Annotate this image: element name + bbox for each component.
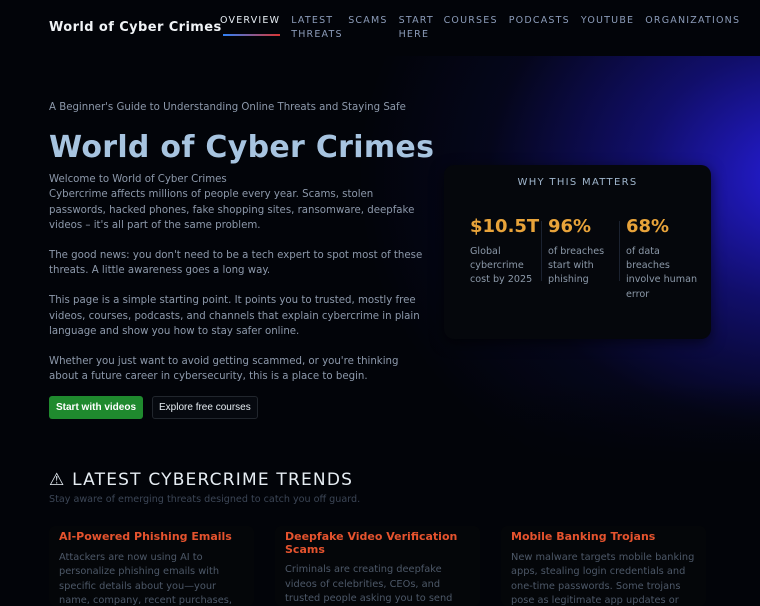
stat-item: 68% of data breaches involve human error — [626, 215, 698, 302]
nav-organizations[interactable]: ORGANIZATIONS — [645, 14, 740, 42]
stat-value: 68% — [626, 215, 698, 239]
trends-section: ⚠ LATEST CYBERCRIME TRENDS Stay aware of… — [49, 468, 729, 505]
nav-start-here[interactable]: START HERE — [399, 14, 433, 42]
trends-title: LATEST CYBERCRIME TRENDS — [72, 470, 353, 490]
trends-subtitle: Stay aware of emerging threats designed … — [49, 494, 729, 505]
nav-podcasts[interactable]: PODCASTS — [509, 14, 570, 42]
warning-icon: ⚠ — [49, 470, 65, 490]
explore-courses-button[interactable]: Explore free courses — [152, 396, 258, 419]
hero-buttons: Start with videos Explore free courses — [49, 396, 429, 419]
nav-overview[interactable]: OVERVIEW — [220, 14, 280, 42]
trend-card-body: Attackers are now using AI to personaliz… — [59, 551, 244, 606]
nav-courses[interactable]: COURSES — [444, 14, 498, 42]
nav-youtube[interactable]: YOUTUBE — [581, 14, 634, 42]
stat-value: 96% — [548, 215, 620, 239]
stats-card: WHY THIS MATTERS $10.5T Global cybercrim… — [444, 165, 711, 339]
nav-links: OVERVIEW LATEST THREATS SCAMS START HERE… — [220, 14, 751, 42]
start-with-videos-button[interactable]: Start with videos — [49, 396, 143, 419]
stat-value: $10.5T — [470, 215, 542, 239]
stat-label: Global cybercrime cost by 2025 — [470, 245, 542, 288]
hero-intro: Welcome to World of Cyber Crimes Cybercr… — [49, 172, 429, 233]
trend-card-title: Mobile Banking Trojans — [511, 531, 696, 544]
welcome-line: Welcome to World of Cyber Crimes — [49, 172, 429, 187]
hero-tagline: A Beginner's Guide to Understanding Onli… — [49, 100, 429, 115]
career-paragraph: Whether you just want to avoid getting s… — [49, 354, 429, 384]
trend-card[interactable]: Mobile Banking Trojans New malware targe… — [501, 526, 706, 606]
trend-card[interactable]: Deepfake Video Verification Scams Crimin… — [275, 526, 480, 606]
nav-latest-threats[interactable]: LATEST THREATS — [291, 14, 337, 42]
page-title: World of Cyber Crimes — [49, 130, 429, 166]
stat-label: of breaches start with phishing — [548, 245, 620, 288]
nav-scams[interactable]: SCAMS — [348, 14, 387, 42]
stat-item: 96% of breaches start with phishing — [548, 215, 620, 288]
site-brand[interactable]: World of Cyber Crimes — [49, 20, 222, 35]
stat-label: of data breaches involve human error — [626, 245, 698, 302]
trend-card-body: New malware targets mobile banking apps,… — [511, 551, 696, 606]
stats-title: WHY THIS MATTERS — [444, 177, 711, 188]
trends-heading: ⚠ LATEST CYBERCRIME TRENDS — [49, 468, 729, 492]
hero-section: A Beginner's Guide to Understanding Onli… — [49, 100, 429, 419]
stat-item: $10.5T Global cybercrime cost by 2025 — [470, 215, 542, 288]
trend-card-title: Deepfake Video Verification Scams — [285, 531, 470, 556]
top-navigation: World of Cyber Crimes OVERVIEW LATEST TH… — [0, 0, 760, 56]
trend-card-title: AI-Powered Phishing Emails — [59, 531, 244, 544]
trend-card[interactable]: AI-Powered Phishing Emails Attackers are… — [49, 526, 254, 606]
good-news-paragraph: The good news: you don't need to be a te… — [49, 248, 429, 278]
starting-point-paragraph: This page is a simple starting point. It… — [49, 293, 429, 339]
intro-paragraph: Cybercrime affects millions of people ev… — [49, 189, 414, 230]
